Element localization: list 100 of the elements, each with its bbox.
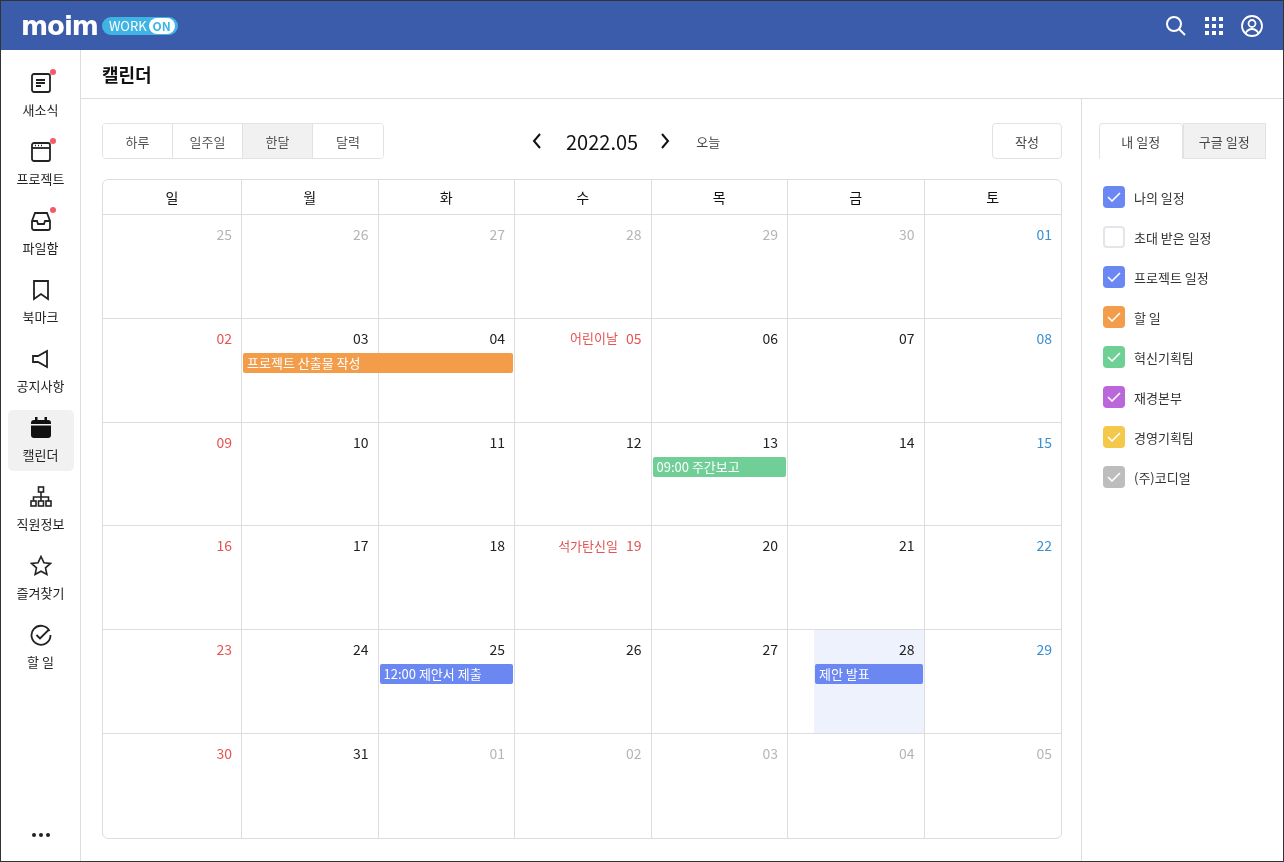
day-number: 30 bbox=[216, 743, 232, 764]
day-number: 17 bbox=[352, 535, 369, 556]
day-number: 02 bbox=[625, 743, 642, 764]
more-icon[interactable] bbox=[31, 833, 50, 837]
day-number: 26 bbox=[625, 639, 642, 660]
checkmark-icon bbox=[1107, 432, 1121, 442]
day-number: 22 bbox=[1036, 535, 1052, 556]
day-number: 02 bbox=[216, 327, 232, 348]
day-number: 15 bbox=[1036, 431, 1052, 452]
day-number: 14 bbox=[898, 431, 915, 452]
day-number: 28 bbox=[625, 223, 642, 244]
calendar-source-tab[interactable]: 내 일정 bbox=[1099, 123, 1183, 159]
weekday-header: 금 bbox=[788, 180, 925, 214]
star-icon bbox=[29, 555, 52, 577]
month-label: 2022.05 bbox=[566, 126, 639, 156]
sidebar-item[interactable]: 프로젝트 bbox=[7, 134, 74, 195]
day-number: 03 bbox=[762, 743, 778, 764]
page-title: 캘린더 bbox=[102, 61, 152, 87]
checkmark-icon bbox=[1107, 472, 1121, 482]
calendar-label: 혁신기획팀 bbox=[1134, 347, 1194, 367]
day-number: 27 bbox=[489, 223, 505, 244]
sidebar-item[interactable]: 캘린더 bbox=[7, 410, 74, 471]
check-circle-icon bbox=[29, 624, 52, 646]
calendar-icon bbox=[29, 417, 52, 439]
document-icon bbox=[29, 72, 52, 94]
calendar-checkbox[interactable] bbox=[1103, 346, 1125, 368]
profile-icon[interactable] bbox=[1241, 14, 1263, 37]
day-number: 19 bbox=[625, 535, 642, 556]
checkmark-icon bbox=[1107, 352, 1121, 362]
sidebar-item[interactable]: 즐겨찾기 bbox=[7, 548, 74, 609]
sidebar-item[interactable]: 파일함 bbox=[7, 203, 74, 264]
day-number: 04 bbox=[489, 327, 505, 348]
day-number: 01 bbox=[489, 743, 505, 764]
calendar-checkbox[interactable] bbox=[1103, 466, 1125, 488]
day-number: 29 bbox=[1036, 639, 1052, 660]
create-button[interactable]: 작성 bbox=[992, 123, 1062, 159]
weekday-header: 수 bbox=[515, 180, 652, 214]
checkmark-icon bbox=[1107, 272, 1121, 282]
day-number: 25 bbox=[489, 639, 505, 660]
day-number: 26 bbox=[352, 223, 369, 244]
day-number: 09 bbox=[216, 431, 232, 452]
sidebar-item[interactable]: 직원정보 bbox=[7, 479, 74, 540]
calendar-checkbox[interactable] bbox=[1103, 266, 1125, 288]
work-on-badge: WORK ON bbox=[101, 16, 178, 35]
checkmark-icon bbox=[1107, 312, 1121, 322]
day-number: 05 bbox=[625, 327, 642, 348]
day-number: 11 bbox=[489, 431, 505, 452]
day-number: 30 bbox=[898, 223, 915, 244]
day-number: 23 bbox=[216, 639, 232, 660]
calendar-label: 할 일 bbox=[1134, 307, 1161, 327]
day-number: 16 bbox=[216, 535, 232, 556]
day-number: 25 bbox=[216, 223, 232, 244]
sidebar-item[interactable]: 공지사항 bbox=[7, 341, 74, 402]
calendar-checkbox[interactable] bbox=[1103, 386, 1125, 408]
sidebar-item[interactable]: 북마크 bbox=[7, 272, 74, 333]
day-number: 29 bbox=[762, 223, 778, 244]
calendar-checkbox[interactable] bbox=[1103, 226, 1125, 248]
day-number: 13 bbox=[762, 431, 778, 452]
day-number: 27 bbox=[762, 639, 778, 660]
view-tab[interactable]: 한달 bbox=[243, 124, 313, 158]
day-number: 20 bbox=[762, 535, 778, 556]
window-icon bbox=[29, 141, 52, 163]
checkmark-icon bbox=[1107, 192, 1121, 202]
checkmark-icon bbox=[1107, 392, 1121, 402]
search-icon[interactable] bbox=[1165, 14, 1187, 37]
view-tab[interactable]: 하루 bbox=[103, 124, 173, 158]
day-number: 10 bbox=[352, 431, 369, 452]
calendar-checkbox[interactable] bbox=[1103, 186, 1125, 208]
weekday-header: 일 bbox=[103, 180, 242, 214]
calendar-label: 재경본부 bbox=[1134, 387, 1182, 407]
weekday-header: 토 bbox=[985, 185, 1001, 209]
calendar-checkbox[interactable] bbox=[1103, 426, 1125, 448]
apps-grid-icon[interactable] bbox=[1205, 16, 1223, 35]
calendar-checkbox[interactable] bbox=[1103, 306, 1125, 328]
today-button[interactable]: 오늘 bbox=[696, 131, 721, 151]
weekday-header: 목 bbox=[651, 180, 788, 214]
chevron-left-icon[interactable] bbox=[532, 133, 542, 149]
day-number: 03 bbox=[352, 327, 369, 348]
day-number: 31 bbox=[352, 743, 369, 764]
weekday-header: 월 bbox=[242, 180, 379, 214]
sidebar-item[interactable]: 새소식 bbox=[7, 65, 74, 126]
holiday-label: 어린이날 bbox=[570, 328, 618, 348]
chevron-right-icon[interactable] bbox=[660, 133, 671, 149]
holiday-label: 석가탄신일 bbox=[558, 536, 618, 555]
day-number: 01 bbox=[1036, 223, 1052, 244]
day-number: 28 bbox=[898, 639, 915, 660]
day-number: 06 bbox=[762, 327, 778, 348]
calendar-label: 프로젝트 일정 bbox=[1134, 267, 1209, 287]
day-number: 08 bbox=[1036, 327, 1052, 348]
inbox-icon bbox=[29, 210, 52, 232]
logo-text: moim bbox=[21, 12, 98, 39]
org-chart-icon bbox=[29, 486, 52, 508]
day-number: 07 bbox=[898, 327, 915, 348]
calendar-label: 초대 받은 일정 bbox=[1134, 227, 1212, 247]
day-number: 24 bbox=[352, 639, 369, 660]
calendar-source-tab[interactable]: 구글 일정 bbox=[1182, 123, 1266, 159]
calendar-label: (주)코디얼 bbox=[1134, 467, 1191, 487]
calendar-label: 경영기획팀 bbox=[1134, 427, 1194, 447]
sidebar-item[interactable]: 할 일 bbox=[7, 617, 74, 678]
day-number: 18 bbox=[489, 535, 505, 556]
